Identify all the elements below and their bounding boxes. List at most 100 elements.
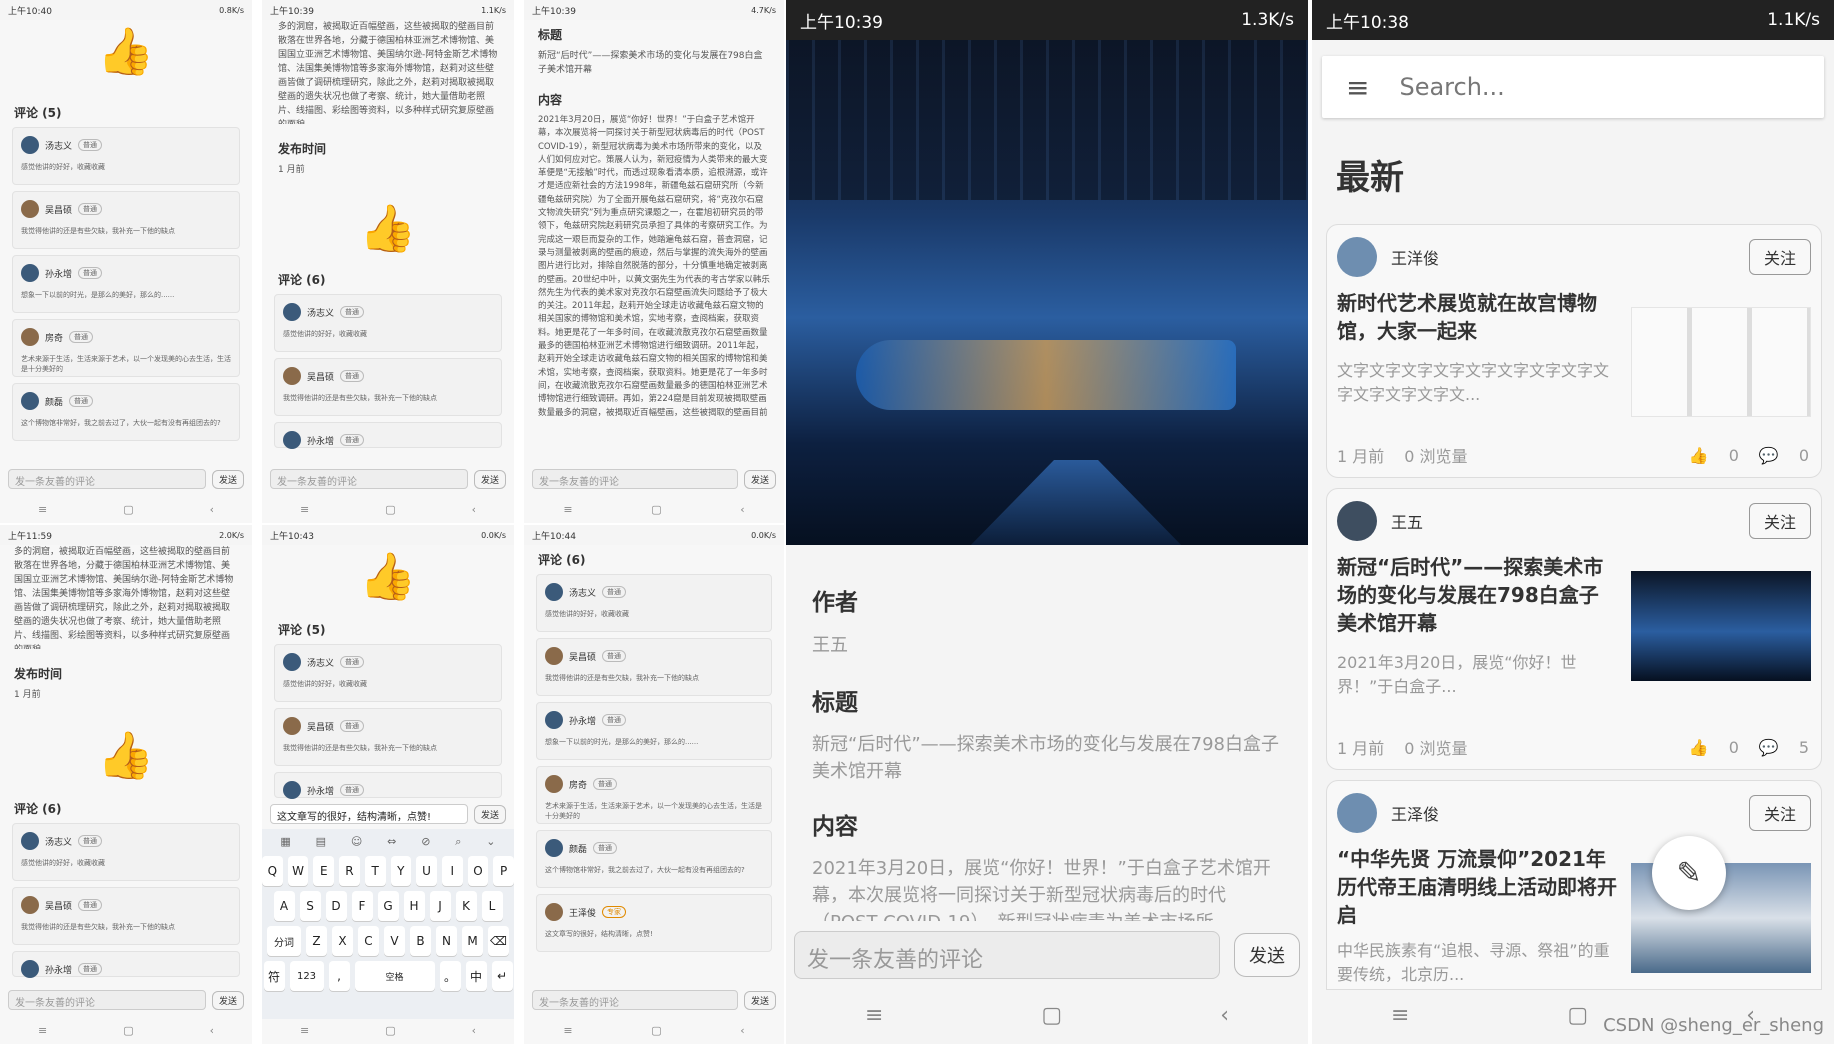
send-button[interactable]: 发送 bbox=[211, 469, 244, 489]
like-icon[interactable]: 👍 bbox=[1689, 738, 1709, 757]
link-icon[interactable]: ⊘ bbox=[421, 835, 430, 849]
hamburger-menu-icon[interactable]: ≡ bbox=[1346, 71, 1369, 104]
avatar[interactable] bbox=[1337, 793, 1377, 833]
keyboard-key[interactable]: N bbox=[436, 926, 457, 956]
keyboard-key[interactable]: E bbox=[313, 856, 335, 886]
send-button[interactable]: 发送 bbox=[743, 990, 776, 1010]
keyboard-key[interactable]: I bbox=[441, 856, 463, 886]
keyboard-key[interactable]: 空格 bbox=[354, 961, 435, 991]
back-icon[interactable]: ‹ bbox=[1220, 1003, 1229, 1028]
keyboard-key[interactable]: Z bbox=[306, 926, 327, 956]
back-icon[interactable]: ‹ bbox=[472, 503, 476, 516]
keyboard-key[interactable]: 中 bbox=[465, 961, 487, 991]
keyboard-key[interactable]: M bbox=[462, 926, 483, 956]
send-button[interactable]: 发送 bbox=[473, 469, 506, 489]
keyboard-key[interactable]: D bbox=[325, 891, 347, 921]
post-thumbnail[interactable] bbox=[1631, 571, 1811, 681]
user-name[interactable]: 王泽俊 bbox=[1391, 801, 1439, 825]
avatar[interactable] bbox=[1337, 501, 1377, 541]
cursor-icon[interactable]: ⇔ bbox=[387, 835, 396, 849]
keyboard-key[interactable]: , bbox=[328, 961, 350, 991]
menu-icon[interactable]: ≡ bbox=[563, 503, 572, 516]
follow-button[interactable]: 关注 bbox=[1748, 795, 1811, 831]
like-thumb-icon[interactable]: 👍 bbox=[262, 553, 514, 599]
keyboard-key[interactable]: 123 bbox=[289, 961, 324, 991]
like-thumb-icon[interactable]: 👍 bbox=[262, 205, 514, 251]
user-name[interactable]: 王洋俊 bbox=[1391, 245, 1439, 269]
back-icon[interactable]: ‹ bbox=[210, 1024, 214, 1037]
keyboard-key[interactable]: T bbox=[364, 856, 386, 886]
user-name[interactable]: 王五 bbox=[1391, 509, 1423, 533]
send-button[interactable]: 发送 bbox=[743, 469, 776, 489]
keyboard-key[interactable]: 符 bbox=[263, 961, 285, 991]
keyboard-key[interactable]: O bbox=[467, 856, 489, 886]
keyboard-key[interactable]: Y bbox=[390, 856, 412, 886]
keypad-icon[interactable]: ▤ bbox=[316, 835, 326, 849]
comment-input[interactable]: 发一条友善的评论 bbox=[532, 469, 738, 489]
like-icon[interactable]: 👍 bbox=[1689, 446, 1709, 465]
menu-icon[interactable]: ≡ bbox=[1391, 1003, 1409, 1028]
keyboard-key[interactable]: 。 bbox=[439, 961, 461, 991]
emoji-icon[interactable]: ☺ bbox=[351, 835, 362, 849]
keyboard-key[interactable]: Q bbox=[262, 856, 283, 886]
keyboard-key[interactable]: V bbox=[384, 926, 405, 956]
search-icon[interactable]: ⌕ bbox=[455, 835, 461, 849]
keyboard-key[interactable]: H bbox=[403, 891, 425, 921]
feed-card[interactable]: 王洋俊 关注 新时代艺术展览就在故宫博物馆，大家一起来 文字文字文字文字文字文字文… bbox=[1326, 224, 1822, 478]
send-button[interactable]: 发送 bbox=[1234, 933, 1300, 977]
grid-icon[interactable]: ▦ bbox=[280, 835, 290, 849]
home-icon[interactable]: ▢ bbox=[385, 503, 395, 516]
compose-fab[interactable]: ✎ bbox=[1652, 836, 1726, 910]
keyboard-key[interactable]: U bbox=[416, 856, 437, 886]
home-icon[interactable]: ▢ bbox=[1041, 1003, 1062, 1028]
send-button[interactable]: 发送 bbox=[211, 990, 244, 1010]
comment-input[interactable]: 发一条友善的评论 bbox=[532, 990, 738, 1010]
home-icon[interactable]: ▢ bbox=[385, 1024, 395, 1037]
comment-input[interactable]: 这文章写的很好，结构清晰，点赞! bbox=[270, 804, 468, 824]
home-icon[interactable]: ▢ bbox=[651, 503, 661, 516]
search-bar[interactable]: ≡ Search... bbox=[1322, 56, 1824, 118]
follow-button[interactable]: 关注 bbox=[1748, 239, 1811, 275]
like-thumb-icon[interactable]: 👍 bbox=[0, 28, 252, 74]
keyboard-key[interactable]: ↵ bbox=[491, 961, 513, 991]
post-title[interactable]: “中华先贤 万流景仰”2021年历代帝王庙清明线上活动即将开启 bbox=[1337, 845, 1617, 929]
comment-input[interactable]: 发一条友善的评论 bbox=[8, 469, 206, 489]
feed-card[interactable]: 王泽俊 关注 “中华先贤 万流景仰”2021年历代帝王庙清明线上活动即将开启 中华… bbox=[1326, 780, 1822, 990]
post-thumbnail[interactable] bbox=[1631, 307, 1811, 417]
keyboard-key[interactable]: F bbox=[351, 891, 373, 921]
back-icon[interactable]: ‹ bbox=[210, 503, 214, 516]
menu-icon[interactable]: ≡ bbox=[865, 1003, 883, 1028]
home-icon[interactable]: ▢ bbox=[651, 1024, 661, 1037]
keyboard-key[interactable]: P bbox=[493, 856, 514, 886]
liked-thumb-icon[interactable]: 👍 bbox=[0, 732, 252, 778]
keyboard-key[interactable]: K bbox=[455, 891, 477, 921]
post-title[interactable]: 新冠“后时代”——探索美术市场的变化与发展在798白盒子美术馆开幕 bbox=[1337, 553, 1617, 637]
keyboard-key[interactable]: J bbox=[429, 891, 451, 921]
comment-input[interactable]: 发一条友善的评论 bbox=[794, 931, 1220, 979]
home-icon[interactable]: ▢ bbox=[123, 503, 133, 516]
keyboard-key[interactable]: B bbox=[410, 926, 431, 956]
menu-icon[interactable]: ≡ bbox=[300, 1024, 309, 1037]
home-icon[interactable]: ▢ bbox=[123, 1024, 133, 1037]
comment-input[interactable]: 发一条友善的评论 bbox=[8, 990, 206, 1010]
follow-button[interactable]: 关注 bbox=[1748, 503, 1811, 539]
keyboard-key[interactable]: S bbox=[299, 891, 321, 921]
back-icon[interactable]: ‹ bbox=[740, 1024, 744, 1037]
keyboard-key[interactable]: G bbox=[377, 891, 399, 921]
search-input[interactable]: Search... bbox=[1399, 73, 1504, 101]
comment-icon[interactable]: 💬 bbox=[1759, 738, 1779, 757]
keyboard-key[interactable]: A bbox=[273, 891, 295, 921]
back-icon[interactable]: ‹ bbox=[472, 1024, 476, 1037]
keyboard-key[interactable]: 分词 bbox=[267, 926, 301, 956]
post-title[interactable]: 新时代艺术展览就在故宫博物馆，大家一起来 bbox=[1337, 289, 1617, 345]
avatar[interactable] bbox=[1337, 237, 1377, 277]
menu-icon[interactable]: ≡ bbox=[38, 503, 47, 516]
send-button[interactable]: 发送 bbox=[473, 804, 506, 824]
home-icon[interactable]: ▢ bbox=[1567, 1003, 1588, 1028]
collapse-icon[interactable]: ⌄ bbox=[486, 835, 495, 849]
menu-icon[interactable]: ≡ bbox=[563, 1024, 572, 1037]
keyboard-key[interactable]: W bbox=[287, 856, 309, 886]
comment-input[interactable]: 发一条友善的评论 bbox=[270, 469, 468, 489]
keyboard-key[interactable]: ⌫ bbox=[488, 926, 509, 956]
menu-icon[interactable]: ≡ bbox=[300, 503, 309, 516]
